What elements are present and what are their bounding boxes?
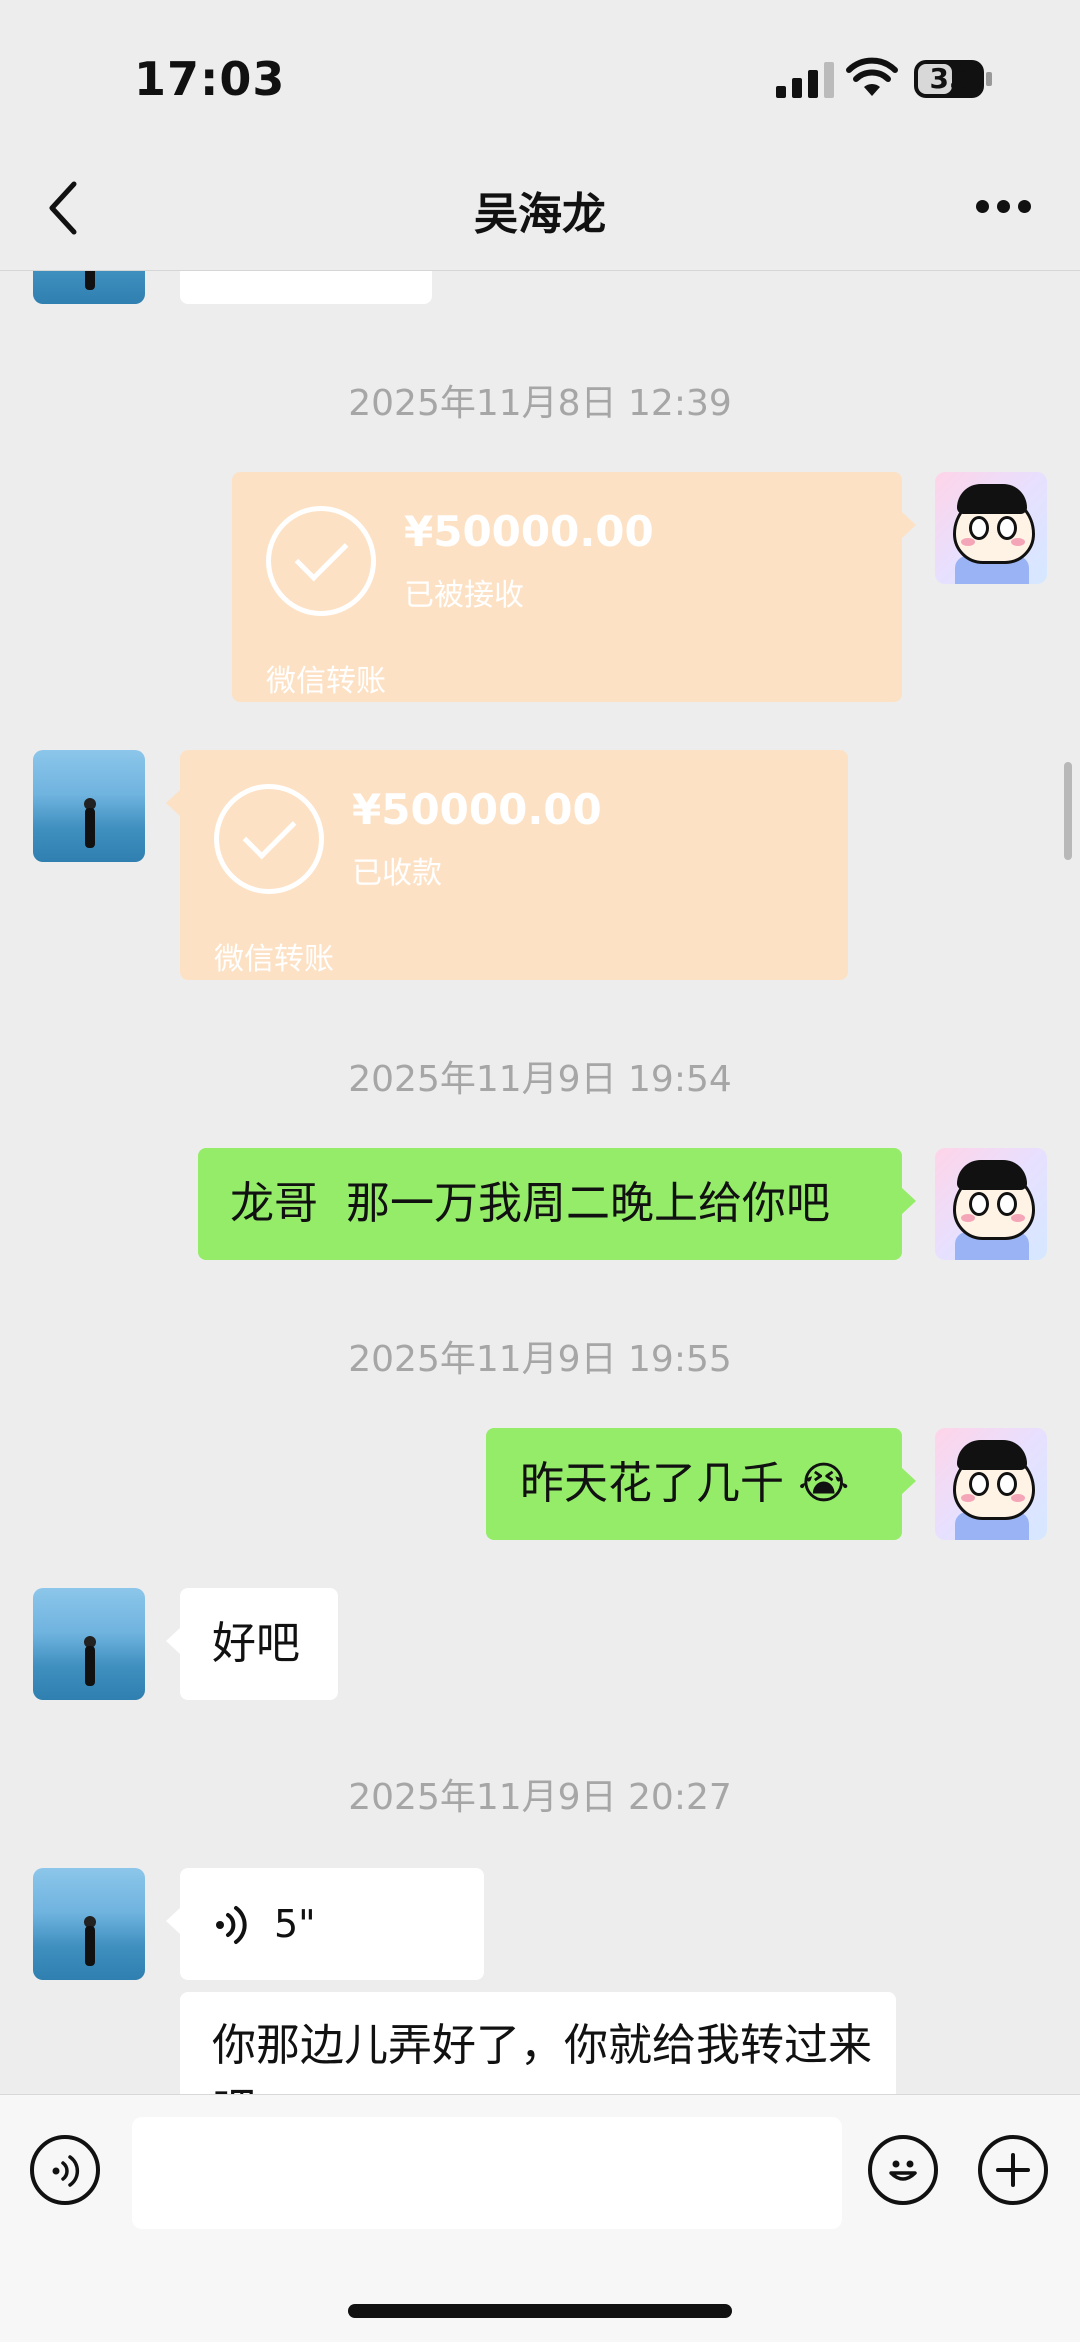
timestamp: 2025年11月9日 19:54 <box>348 1059 732 1100</box>
voice-wave-icon <box>216 1906 247 1944</box>
transfer-bubble-sent[interactable]: ¥50000.00 已被接收 微信转账 <box>232 472 916 702</box>
message-bubble-sent[interactable]: 昨天花了几千 😭 <box>486 1428 916 1540</box>
message-text: 昨天花了几千 😭 <box>520 1458 850 1509</box>
scrollbar[interactable] <box>1064 762 1072 860</box>
emoji-icon <box>889 2160 917 2181</box>
plus-button[interactable] <box>978 2135 1048 2205</box>
my-avatar[interactable] <box>935 1428 1047 1540</box>
transfer-label: 微信转账 <box>214 942 334 977</box>
voice-message-bubble[interactable]: 5" <box>166 1868 484 1980</box>
battery-level-text: 35 <box>929 62 969 95</box>
friend-avatar[interactable] <box>33 1588 145 1700</box>
signal-icon <box>776 62 836 98</box>
wifi-icon <box>846 57 898 96</box>
check-circle-icon <box>266 506 376 616</box>
battery-icon: 35 <box>914 60 984 98</box>
transfer-amount: ¥50000.00 <box>404 507 654 556</box>
voice-input-button[interactable] <box>30 2135 100 2205</box>
transfer-label: 微信转账 <box>266 664 386 699</box>
emoji-button[interactable] <box>868 2135 938 2205</box>
friend-avatar[interactable] <box>33 750 145 862</box>
message-text: 你那边儿弄好了，你就给我转过来吧 <box>212 2020 872 2094</box>
message-bubble-received[interactable]: 你那边儿弄好了，你就给我转过来吧 <box>180 1992 896 2094</box>
top-bar: 17:03 35 吴海龙 <box>0 0 1080 271</box>
my-avatar[interactable] <box>935 472 1047 584</box>
more-icon[interactable] <box>976 200 1032 216</box>
message-bubble-partial[interactable] <box>180 270 432 304</box>
check-circle-icon <box>214 784 324 894</box>
my-avatar[interactable] <box>935 1148 1047 1260</box>
battery-cap <box>986 72 992 86</box>
message-input[interactable] <box>132 2117 842 2229</box>
timestamp: 2025年11月9日 20:27 <box>348 1777 732 1818</box>
transfer-status: 已被接收 <box>404 578 524 613</box>
message-bubble-received[interactable]: 好吧 <box>166 1588 338 1700</box>
transfer-amount: ¥50000.00 <box>352 785 602 834</box>
chat-title: 吴海龙 <box>474 189 606 240</box>
transfer-bubble-received[interactable]: ¥50000.00 已收款 微信转账 <box>166 750 848 980</box>
voice-icon <box>52 2155 80 2187</box>
timestamp: 2025年11月8日 12:39 <box>348 383 732 424</box>
chat-area[interactable]: 2025年11月8日 12:39 ¥50000.00 已被接收 微信转账 ¥50… <box>0 270 1080 2094</box>
message-bubble-sent[interactable]: 龙哥 那一万我周二晚上给你吧 <box>198 1148 916 1260</box>
voice-duration: 5" <box>274 1902 316 1946</box>
message-text: 龙哥 那一万我周二晚上给你吧 <box>230 1178 830 1229</box>
transfer-status: 已收款 <box>352 856 442 891</box>
home-indicator[interactable] <box>348 2304 732 2318</box>
friend-avatar[interactable] <box>33 270 145 304</box>
status-time: 17:03 <box>134 52 286 106</box>
message-text: 好吧 <box>212 1618 300 1669</box>
timestamp: 2025年11月9日 19:55 <box>348 1339 732 1380</box>
plus-icon <box>996 2153 1030 2187</box>
friend-avatar[interactable] <box>33 1868 145 1980</box>
